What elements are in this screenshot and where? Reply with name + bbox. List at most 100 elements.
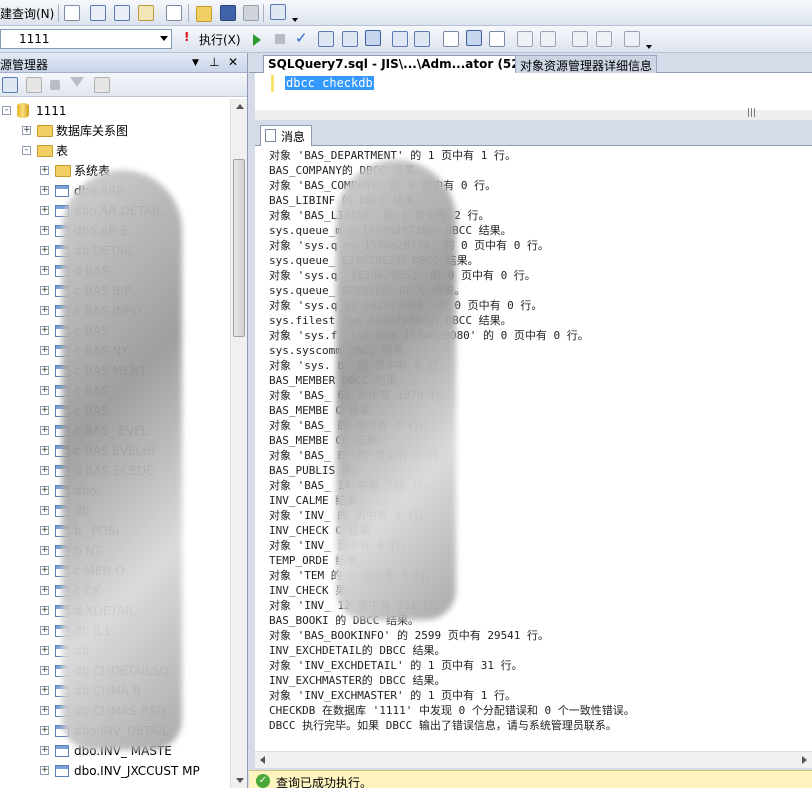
cancel-query-icon[interactable] [275, 34, 285, 44]
tab-sqlquery7[interactable]: SQLQuery7.sql - JIS\...\Adm...ator (52))… [263, 55, 542, 73]
expand-icon[interactable]: + [40, 566, 49, 575]
add-file-icon[interactable] [166, 5, 182, 21]
scroll-right-icon[interactable] [802, 756, 807, 764]
specify-values-icon[interactable] [624, 31, 640, 47]
expand-icon[interactable]: + [40, 266, 49, 275]
messages-horizontal-scrollbar[interactable] [255, 751, 812, 768]
expand-icon[interactable]: + [40, 526, 49, 535]
query-designer-icon[interactable] [342, 31, 358, 47]
uncomment-lines-icon[interactable] [540, 31, 556, 47]
expand-icon[interactable]: + [40, 386, 49, 395]
table-icon [55, 745, 69, 757]
activity-monitor-icon[interactable] [270, 4, 286, 20]
stop-icon[interactable] [50, 80, 60, 90]
results-to-text-icon[interactable] [443, 31, 459, 47]
dmx-query-icon[interactable] [114, 5, 130, 21]
expand-icon[interactable]: + [40, 326, 49, 335]
expand-icon[interactable]: + [40, 466, 49, 475]
expand-icon[interactable]: + [40, 446, 49, 455]
expand-icon[interactable]: + [40, 546, 49, 555]
tree-node[interactable]: + 数据库关系图 [0, 121, 230, 141]
display-plan-icon[interactable] [318, 31, 334, 47]
save-icon[interactable] [220, 5, 236, 21]
increase-indent-icon[interactable] [596, 31, 612, 47]
expand-icon[interactable]: + [40, 346, 49, 355]
expand-icon[interactable]: + [40, 686, 49, 695]
new-file-icon[interactable] [64, 5, 80, 21]
message-line: INV_EXCHDETAIL的 DBCC 结果。 [269, 644, 446, 657]
tab-messages[interactable]: 消息 [260, 125, 313, 146]
expand-icon[interactable]: + [40, 746, 49, 755]
tree-node[interactable]: -表 [0, 141, 230, 161]
expand-icon[interactable]: + [40, 306, 49, 315]
panel-dropdown-icon[interactable]: ▼ [192, 58, 199, 68]
toolbar-separator [263, 4, 264, 22]
query-toolbar: 1111 ! 执行(X) ✓ [0, 26, 812, 53]
scroll-down-icon[interactable] [236, 778, 244, 783]
table-icon [55, 185, 69, 197]
tree-node[interactable]: - 1111 [0, 101, 230, 121]
folder-icon [55, 165, 71, 177]
toolbar-options-chevron-icon[interactable] [292, 8, 300, 22]
expand-icon[interactable]: + [40, 286, 49, 295]
tree-vertical-scrollbar[interactable] [230, 99, 247, 788]
debug-play-icon[interactable] [253, 34, 261, 46]
expand-icon[interactable]: + [40, 166, 49, 175]
mdx-query-icon[interactable] [90, 5, 106, 21]
execute-button[interactable]: 执行(X) [199, 31, 241, 48]
expand-icon[interactable]: + [40, 646, 49, 655]
message-line: 对象 'INV_EXCHDETAIL' 的 1 页中有 31 行。 [269, 659, 523, 672]
expand-icon[interactable]: + [40, 626, 49, 635]
results-to-file-icon[interactable] [489, 31, 505, 47]
expand-icon[interactable]: + [22, 126, 31, 135]
expand-icon[interactable]: + [40, 726, 49, 735]
client-statistics-icon[interactable] [414, 31, 430, 47]
database-selector[interactable]: 1111 [0, 29, 172, 49]
tab-messages-label: 消息 [281, 130, 306, 144]
expand-icon[interactable]: + [40, 506, 49, 515]
expand-icon[interactable]: + [40, 186, 49, 195]
expand-icon[interactable]: + [40, 246, 49, 255]
expand-icon[interactable]: + [40, 406, 49, 415]
close-icon[interactable]: ✕ [228, 55, 238, 69]
expand-icon[interactable]: + [40, 706, 49, 715]
new-query-button[interactable]: 建查询(N) [0, 5, 54, 22]
tree-node[interactable]: + dbo.INV_JXCCUST MP [0, 761, 230, 781]
scroll-left-icon[interactable] [260, 756, 265, 764]
query-text[interactable]: dbcc checkdb [285, 76, 374, 90]
open-folder-icon[interactable] [196, 6, 212, 22]
tree-scroll-thumb[interactable] [233, 159, 245, 337]
expand-icon[interactable]: + [40, 226, 49, 235]
refresh-icon[interactable] [94, 77, 110, 93]
collapse-icon[interactable]: - [22, 146, 31, 155]
expand-icon[interactable]: + [40, 206, 49, 215]
database-icon [17, 103, 29, 118]
expand-icon[interactable]: + [40, 366, 49, 375]
xmla-query-icon[interactable] [138, 5, 154, 21]
object-explorer-toolbar [0, 73, 247, 97]
include-plan-icon[interactable] [392, 31, 408, 47]
results-grid-active-icon[interactable] [466, 30, 482, 46]
expand-icon[interactable]: + [40, 586, 49, 595]
expand-icon[interactable]: + [40, 486, 49, 495]
decrease-indent-icon[interactable] [572, 31, 588, 47]
connect-icon[interactable] [2, 77, 18, 93]
comment-lines-icon[interactable] [517, 31, 533, 47]
expand-icon[interactable]: + [40, 426, 49, 435]
scroll-up-icon[interactable] [236, 104, 244, 109]
pin-icon[interactable]: ⊥ [209, 55, 219, 69]
expand-icon[interactable]: + [40, 666, 49, 675]
filter-icon[interactable] [70, 77, 86, 93]
disconnect-icon[interactable] [26, 77, 42, 93]
expand-icon[interactable]: + [40, 766, 49, 775]
collapse-icon[interactable]: - [2, 106, 11, 115]
tab-object-explorer-details[interactable]: 对象资源管理器详细信息 [515, 55, 658, 73]
expand-icon[interactable]: + [40, 606, 49, 615]
results-to-grid-icon[interactable] [365, 30, 381, 46]
standard-toolbar: 建查询(N) [0, 0, 812, 26]
editor-horizontal-scrollbar[interactable]: ||| [255, 108, 812, 120]
print-icon[interactable] [243, 5, 259, 21]
parse-checkmark-icon[interactable]: ✓ [295, 29, 308, 47]
splitter-grip-icon[interactable]: ||| [747, 108, 756, 118]
toolbar-options-chevron-icon[interactable] [646, 35, 654, 49]
